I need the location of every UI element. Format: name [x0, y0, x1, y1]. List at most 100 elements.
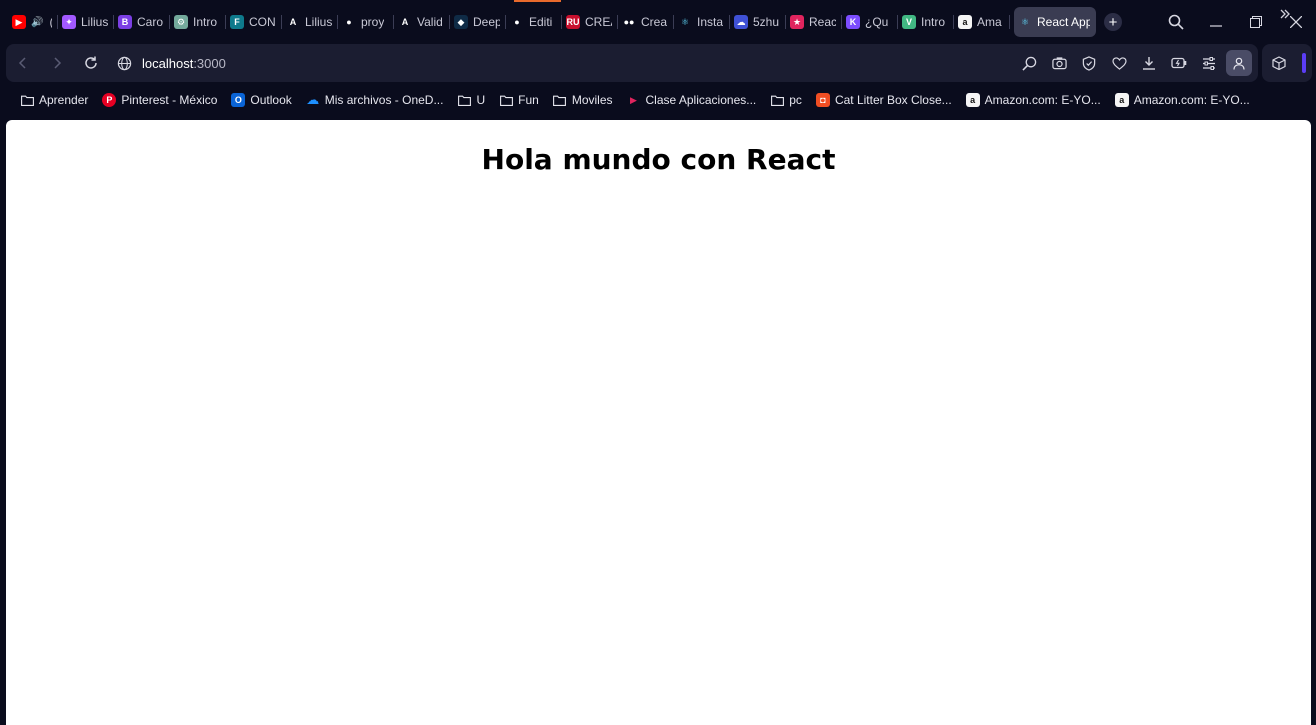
bookmark-item[interactable]: Moviles [553, 93, 613, 107]
tab-label: Reac [809, 15, 836, 29]
tab[interactable]: ● proy [338, 7, 394, 37]
bookmark-heart-button[interactable] [1104, 48, 1134, 78]
sliders-icon [1203, 56, 1215, 70]
easy-setup-button[interactable] [1194, 48, 1224, 78]
download-icon [1143, 57, 1155, 70]
tab[interactable]: B Caro [114, 7, 170, 37]
bookmark-item[interactable]: a Amazon.com: E-YO... [1114, 93, 1250, 107]
minimize-icon [1210, 25, 1222, 27]
tab-label: Valid [417, 15, 443, 29]
tab[interactable]: F CON [226, 7, 282, 37]
extensions-button[interactable] [1264, 48, 1294, 78]
tab[interactable]: a Ama [954, 7, 1010, 37]
vue-icon: V [902, 15, 916, 29]
bookmark-item[interactable]: O Outlook [231, 93, 292, 107]
forward-button[interactable] [40, 46, 74, 80]
close-icon [1290, 16, 1302, 28]
url-host: localhost [142, 55, 194, 71]
figma-icon: ✦ [62, 15, 76, 29]
tab-label: Intro [921, 15, 946, 29]
new-tab-button[interactable]: + [1104, 13, 1122, 31]
loading-indicator [514, 0, 561, 2]
battery-saver-button[interactable] [1164, 48, 1194, 78]
shop-icon: ◘ [815, 93, 830, 107]
bookmark-label: Aprender [39, 93, 89, 107]
url-port: :3000 [193, 55, 226, 71]
bookmark-item[interactable]: U [457, 93, 485, 107]
tab[interactable]: A Valid [394, 7, 450, 37]
sidebar-panel [1262, 44, 1312, 82]
tab-label: Lilius [81, 15, 108, 29]
magnifier-icon [1021, 56, 1036, 71]
bookmark-label: U [476, 93, 486, 107]
battery-icon [1171, 57, 1187, 69]
bookmarks-overflow-button[interactable] [1280, 6, 1290, 22]
bookmark-item[interactable]: P Pinterest - México [102, 93, 217, 107]
bookmark-label: Outlook [250, 93, 292, 107]
tab-label: React App [1037, 15, 1090, 29]
bookmark-item[interactable]: ◘ Cat Litter Box Close... [815, 93, 952, 107]
restore-icon [1250, 16, 1262, 28]
downloads-button[interactable] [1134, 48, 1164, 78]
sidebar-accent-bar[interactable] [1302, 53, 1306, 73]
address-input[interactable]: localhost:3000 [142, 56, 226, 71]
tab-label: Editi [529, 15, 553, 29]
tab[interactable]: RU CREA [562, 7, 618, 37]
search-tabs-button[interactable] [1156, 2, 1196, 42]
github-icon: ● [346, 17, 352, 27]
amazon-icon: a [965, 93, 980, 107]
snapshot-button[interactable] [1044, 48, 1074, 78]
restore-button[interactable] [1236, 2, 1276, 42]
tab-label: ( [49, 15, 52, 29]
tab[interactable]: ◆ Deep [450, 7, 506, 37]
reload-button[interactable] [74, 46, 108, 80]
adblock-button[interactable] [1074, 48, 1104, 78]
tab[interactable]: ⚛ React App [1014, 7, 1096, 37]
tab[interactable]: ⚙ Intro [170, 7, 226, 37]
tab[interactable]: ●● Crea [618, 7, 674, 37]
bookmark-item[interactable]: ☁ Mis archivos - OneD... [306, 92, 444, 107]
speaker-icon[interactable]: 🔊 [31, 17, 43, 28]
bookmark-label: Fun [518, 93, 539, 107]
tab-label: Intro [193, 15, 218, 29]
onedrive-icon: ☁ [306, 92, 320, 107]
react-icon: ⚛ [1020, 16, 1030, 27]
double-chevron-right-icon [1280, 9, 1290, 19]
bookmark-item[interactable]: Aprender [20, 93, 88, 107]
bookmark-label: pc [789, 93, 802, 107]
tab[interactable]: ✦ Lilius [58, 7, 114, 37]
tab[interactable]: ▶ 🔊 ( [8, 7, 58, 37]
bookmark-item[interactable]: ▶ Clase Aplicaciones... [627, 93, 756, 107]
pinterest-icon: P [102, 93, 117, 107]
tab[interactable]: ★ Reac [786, 7, 842, 37]
bookmark-item[interactable]: pc [770, 93, 802, 107]
folder-icon [553, 93, 567, 107]
window-controls [1156, 0, 1316, 44]
tab-label: Ama [977, 15, 1002, 29]
chevron-left-icon [18, 57, 26, 69]
star-icon: ★ [790, 15, 804, 29]
outlook-icon: O [231, 93, 246, 107]
tab[interactable]: ⚛ Insta [674, 7, 730, 37]
bookmark-item[interactable]: a Amazon.com: E-YO... [965, 93, 1101, 107]
heart-icon [1111, 56, 1127, 70]
profile-button[interactable] [1226, 50, 1252, 76]
bookmark-label: Mis archivos - OneD... [324, 93, 444, 107]
bookmark-item[interactable]: Fun [499, 93, 539, 107]
user-icon [1233, 57, 1245, 70]
medium-icon: ●● [623, 17, 635, 27]
react-icon: ⚛ [680, 16, 690, 27]
minimize-button[interactable] [1196, 2, 1236, 42]
ru-icon: RU [566, 15, 580, 29]
tab-list: ▶ 🔊 (✦ Lilius B Caro ⚙ Intro F CON A Lilius ● proy A Va… [0, 0, 1096, 44]
tab[interactable]: A Lilius [282, 7, 338, 37]
back-button[interactable] [6, 46, 40, 80]
site-info-button[interactable] [114, 53, 134, 73]
reload-icon [85, 56, 97, 69]
tab-label: Deep [473, 15, 500, 29]
tab[interactable]: V Intro [898, 7, 954, 37]
tab[interactable]: ● Editi [506, 7, 562, 37]
tab[interactable]: ☁ 5zhu [730, 7, 786, 37]
tab[interactable]: K ¿Qu [842, 7, 898, 37]
zoom-search-button[interactable] [1014, 48, 1044, 78]
